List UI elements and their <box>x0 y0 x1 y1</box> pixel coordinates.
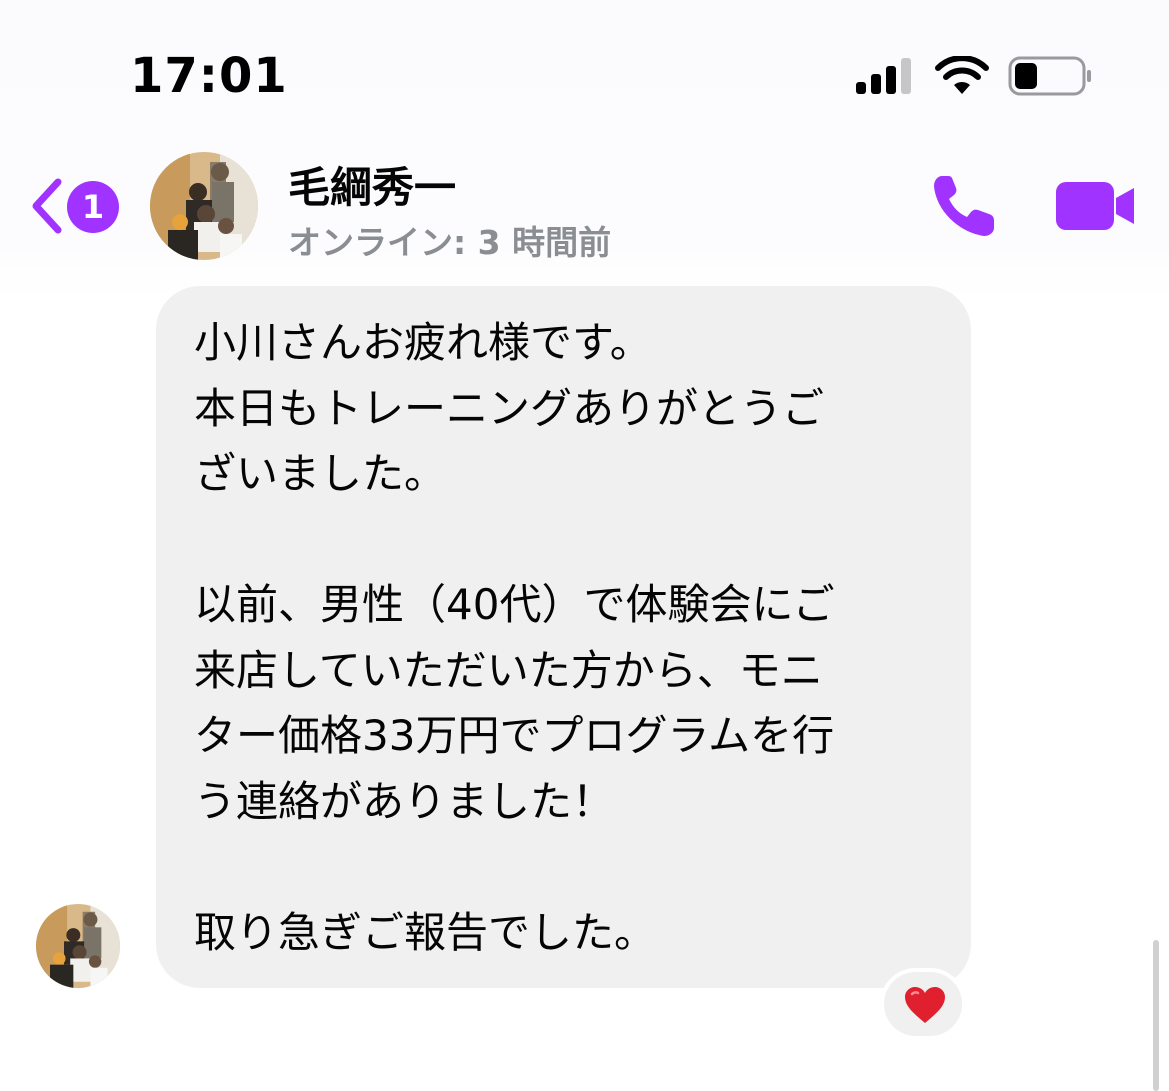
sender-photo <box>36 904 120 988</box>
contact-name[interactable]: 毛綱秀一 <box>288 154 456 215</box>
contact-online-status: オンライン: 3 時間前 <box>288 223 612 262</box>
heart-icon <box>905 987 945 1023</box>
video-call-button[interactable] <box>1052 176 1138 236</box>
message-reaction[interactable] <box>880 968 966 1040</box>
cellular-signal-icon <box>856 58 911 94</box>
message-text: 小川さんお疲れ様です。 本日もトレーニングありがとうご ざいました。 以前、男性… <box>194 318 835 957</box>
battery-icon <box>1008 56 1091 96</box>
chat-header: 1 毛綱秀一 オンライン: 3 時間前 <box>0 140 1169 270</box>
unread-count-badge: 1 <box>67 181 119 233</box>
voice-call-button[interactable] <box>928 170 1004 242</box>
sender-avatar[interactable] <box>36 904 120 988</box>
contact-photo <box>150 152 258 260</box>
contact-avatar[interactable] <box>150 152 258 260</box>
received-message-bubble[interactable]: 小川さんお疲れ様です。 本日もトレーニングありがとうご ざいました。 以前、男性… <box>156 286 971 988</box>
chevron-left-icon <box>32 178 62 234</box>
back-button[interactable]: 1 <box>24 172 124 238</box>
video-camera-icon <box>1056 182 1134 230</box>
messenger-chat-screen: 17:01 1 毛綱秀一 オンライン: 3 時間前 小川さんお疲れ様です。 本日… <box>0 0 1169 1091</box>
phone-icon <box>934 176 994 236</box>
scrollbar[interactable] <box>1153 940 1159 1091</box>
status-time: 17:01 <box>130 48 288 104</box>
wifi-icon <box>935 56 989 94</box>
status-bar: 17:01 <box>0 0 1169 130</box>
